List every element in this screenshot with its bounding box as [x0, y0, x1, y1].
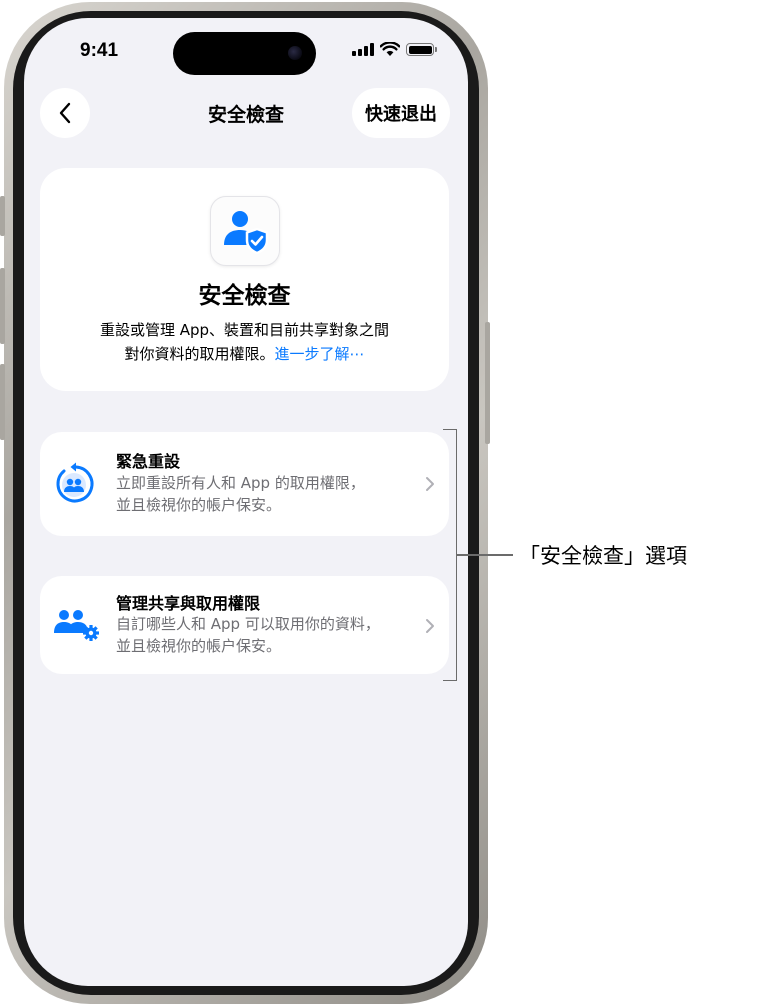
safety-check-app-icon [210, 196, 280, 266]
safety-check-header-card: 安全檢查 重設或管理 App、裝置和目前共享對象之間 對你資料的取用權限。進一步… [40, 168, 449, 391]
emergency-reset-icon [56, 462, 94, 503]
status-icons [352, 42, 437, 57]
status-time: 9:41 [80, 40, 119, 61]
header-description-line2: 對你資料的取用權限。 [124, 345, 275, 363]
power-button [485, 322, 490, 444]
header-description: 重設或管理 App、裝置和目前共享對象之間 對你資料的取用權限。進一步了解⋯ [64, 318, 425, 366]
header-title: 安全檢查 [198, 283, 291, 309]
volume-down-button [0, 364, 5, 440]
camera-icon [288, 46, 302, 60]
callout-label: 「安全檢查」選項 [519, 544, 687, 568]
person-shield-icon [224, 211, 269, 255]
quick-exit-button[interactable]: 快速退出 [352, 88, 450, 138]
battery-icon [406, 43, 437, 56]
header-description-line1: 重設或管理 App、裝置和目前共享對象之間 [99, 321, 390, 339]
chevron-right-icon [426, 619, 434, 633]
manage-sharing-subtitle-line1: 自訂哪些人和 App 可以取用你的資料， [116, 615, 380, 633]
back-button[interactable] [40, 88, 90, 138]
emergency-reset-option[interactable]: 緊急重設 立即重設所有人和 App 的取用權限， 並且檢視你的帳户保安。 [40, 432, 449, 536]
chevron-left-icon [59, 102, 71, 124]
manage-sharing-title: 管理共享與取用權限 [116, 594, 261, 613]
manage-sharing-option[interactable]: 管理共享與取用權限 自訂哪些人和 App 可以取用你的資料， 並且檢視你的帳户保… [40, 576, 449, 674]
emergency-reset-title: 緊急重設 [116, 452, 181, 471]
manage-sharing-subtitle: 自訂哪些人和 App 可以取用你的資料， 並且檢視你的帳户保安。 [116, 613, 409, 657]
learn-more-link[interactable]: 進一步了解⋯ [275, 345, 365, 363]
emergency-reset-subtitle: 立即重設所有人和 App 的取用權限， 並且檢視你的帳户保安。 [116, 472, 409, 516]
battery-level [408, 45, 432, 54]
callout-leader-line [457, 554, 513, 556]
dynamic-island [173, 32, 316, 75]
phone-screen: 9:41 安全檢查 快速退出 安全檢查 重設或管理 App、裝置和目前共享對象之… [24, 18, 468, 986]
chevron-right-icon [426, 477, 434, 491]
manage-sharing-subtitle-line2: 並且檢視你的帳户保安。 [116, 637, 282, 655]
emergency-reset-subtitle-line1: 立即重設所有人和 App 的取用權限， [116, 474, 365, 492]
wifi-icon [380, 42, 400, 56]
nav-title: 安全檢查 [207, 104, 284, 126]
volume-up-button [0, 268, 5, 344]
emergency-reset-subtitle-line2: 並且檢視你的帳户保安。 [116, 496, 282, 514]
manage-sharing-icon [54, 610, 99, 641]
callout-bracket [443, 429, 457, 681]
action-button [0, 196, 5, 236]
cellular-signal-icon [352, 43, 374, 56]
